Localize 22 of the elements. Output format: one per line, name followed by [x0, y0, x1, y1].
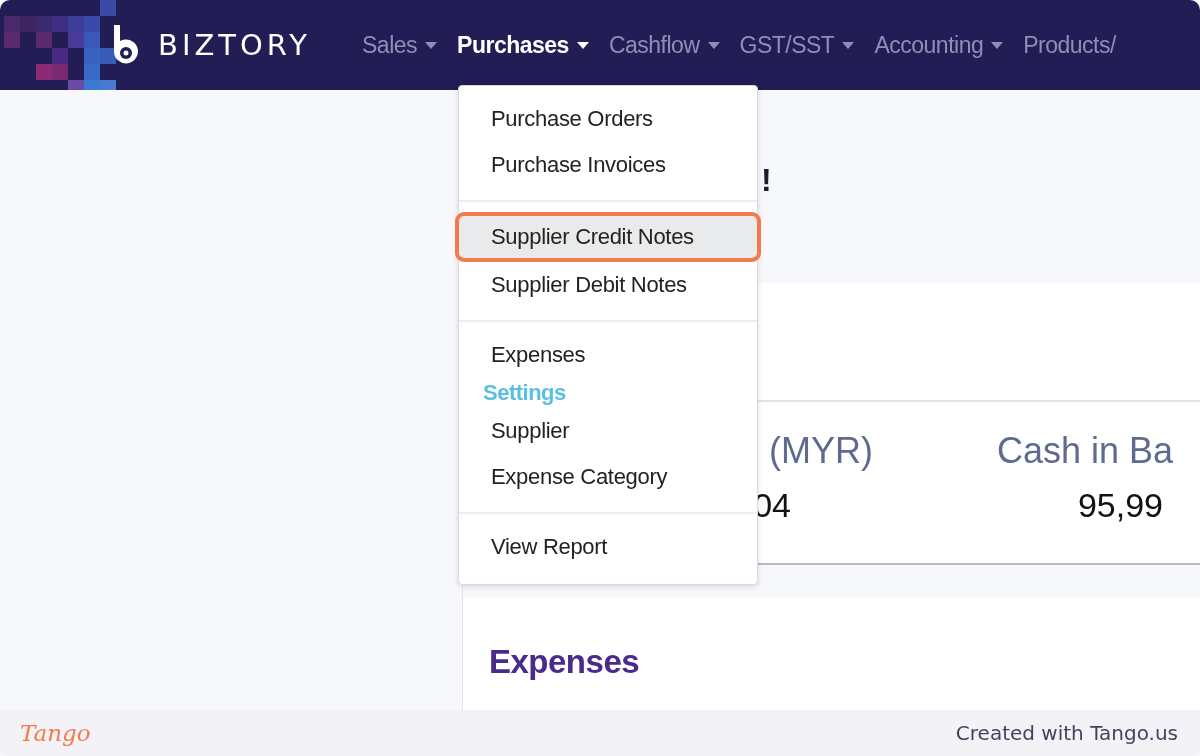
stat-value: 95,99 — [1077, 486, 1163, 525]
credit-text: Created with Tango.us — [955, 721, 1178, 745]
menu-item[interactable]: Purchase Orders — [455, 96, 761, 142]
tango-logo: Tango — [20, 720, 91, 746]
card-title: Expenses — [489, 643, 640, 680]
menu-item[interactable]: View Report — [455, 524, 761, 570]
stat-label: Cash in Ba — [996, 430, 1173, 472]
nav-menu-item[interactable]: Accounting — [874, 31, 1004, 59]
menu-item[interactable]: Expenses — [455, 332, 761, 378]
menu-item[interactable]: Purchase Invoices — [455, 142, 761, 188]
nav-menu-item[interactable]: Cashflow — [608, 31, 720, 59]
nav-menu-item[interactable]: Purchases — [457, 31, 589, 59]
menu-item[interactable]: Supplier Credit Notes — [455, 212, 761, 262]
nav-menu-item[interactable]: Sales — [362, 31, 438, 59]
brand-name: BIZTORY — [158, 28, 311, 62]
menu-item[interactable]: Supplier — [455, 408, 761, 454]
greeting-heading: ! — [761, 162, 772, 199]
menu-section-header: Settings — [482, 379, 567, 407]
nav-menu-item[interactable]: GST/SST — [739, 31, 855, 59]
menu-item[interactable]: Supplier Debit Notes — [455, 262, 761, 308]
nav-menu-item[interactable]: Products/ — [1023, 31, 1116, 59]
stat-label: (MYR) — [769, 430, 873, 472]
